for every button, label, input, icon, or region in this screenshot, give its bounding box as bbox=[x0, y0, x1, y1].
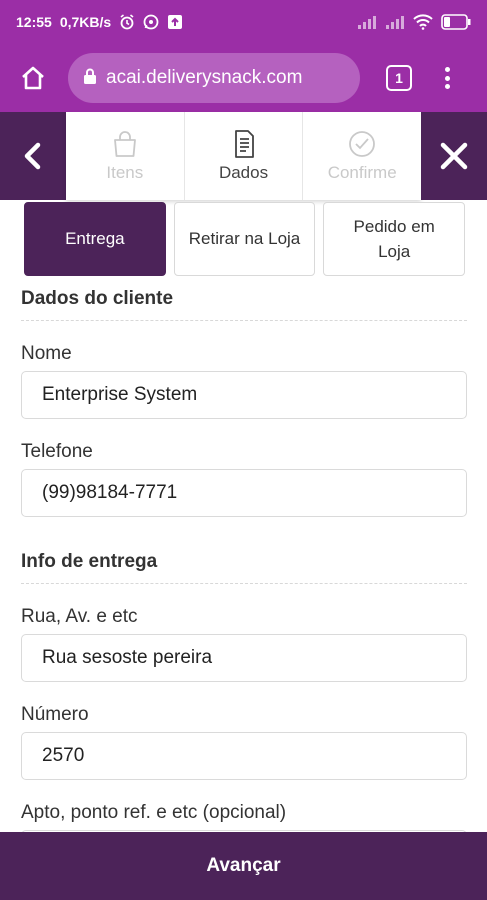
browser-menu-button[interactable] bbox=[438, 63, 456, 93]
whatsapp-icon bbox=[143, 14, 159, 30]
option-pedido-em-loja[interactable]: Pedido em Loja bbox=[323, 202, 466, 276]
check-circle-icon bbox=[349, 131, 376, 157]
alarm-icon bbox=[119, 14, 135, 30]
checkout-step-header: Itens Dados Confirme bbox=[0, 112, 487, 200]
close-icon bbox=[440, 142, 468, 170]
network-speed: 0,7KB/s bbox=[59, 14, 112, 30]
complement-label: Apto, ponto ref. e etc (opcional) bbox=[21, 802, 287, 823]
browser-toolbar: acai.deliverysnack.com 1 bbox=[0, 44, 487, 112]
customer-form: Dados do cliente Nome Enterprise System … bbox=[21, 288, 467, 900]
street-label: Rua, Av. e etc bbox=[21, 606, 138, 627]
name-input[interactable]: Enterprise System bbox=[21, 371, 467, 419]
option-label: Pedido em Loja bbox=[353, 216, 435, 262]
shopping-bag-icon bbox=[113, 131, 136, 157]
signal-icon bbox=[357, 15, 377, 29]
back-button[interactable] bbox=[0, 112, 66, 200]
option-entrega[interactable]: Entrega bbox=[24, 202, 166, 276]
chevron-left-icon bbox=[24, 142, 41, 170]
step-label: Confirme bbox=[327, 163, 397, 182]
client-section-title: Dados do cliente bbox=[21, 288, 467, 321]
battery-icon bbox=[441, 14, 471, 30]
next-button[interactable]: Avançar bbox=[0, 832, 487, 900]
status-time: 12:55 bbox=[16, 14, 52, 30]
upload-icon bbox=[167, 14, 183, 30]
tab-switcher-button[interactable]: 1 bbox=[386, 65, 412, 91]
name-label: Nome bbox=[21, 343, 72, 364]
menu-dot-icon bbox=[444, 75, 450, 81]
status-bar: 12:55 0,7KB/s bbox=[0, 0, 487, 44]
step-confirme[interactable]: Confirme bbox=[303, 112, 421, 200]
number-label: Número bbox=[21, 704, 89, 725]
step-dados[interactable]: Dados bbox=[185, 112, 304, 200]
delivery-type-selector: Entrega Retirar na Loja Pedido em Loja bbox=[24, 202, 466, 276]
signal-icon-2 bbox=[385, 15, 405, 29]
step-itens[interactable]: Itens bbox=[66, 112, 185, 200]
home-button[interactable] bbox=[14, 59, 52, 97]
menu-dot-icon bbox=[444, 67, 450, 72]
number-input[interactable]: 2570 bbox=[21, 732, 467, 780]
address-bar[interactable]: acai.deliverysnack.com bbox=[68, 53, 360, 103]
wifi-icon bbox=[413, 14, 433, 30]
step-label: Dados bbox=[218, 163, 269, 182]
close-button[interactable] bbox=[421, 112, 487, 200]
phone-label: Telefone bbox=[21, 441, 93, 462]
step-label: Itens bbox=[106, 163, 144, 182]
app-screen: 12:55 0,7KB/s acai.deliverysnack.com 1 I… bbox=[0, 0, 487, 900]
url-text: acai.deliverysnack.com bbox=[106, 67, 303, 88]
option-retirar-na-loja[interactable]: Retirar na Loja bbox=[173, 202, 316, 276]
street-input[interactable]: Rua sesoste pereira bbox=[21, 634, 467, 682]
home-icon bbox=[22, 66, 44, 90]
phone-input[interactable]: (99)98184-7771 bbox=[21, 469, 467, 517]
delivery-section-title: Info de entrega bbox=[21, 551, 467, 584]
step-indicator: Itens Dados Confirme bbox=[66, 112, 421, 200]
menu-dot-icon bbox=[444, 84, 450, 89]
document-icon bbox=[234, 130, 254, 158]
lock-icon bbox=[82, 67, 98, 90]
